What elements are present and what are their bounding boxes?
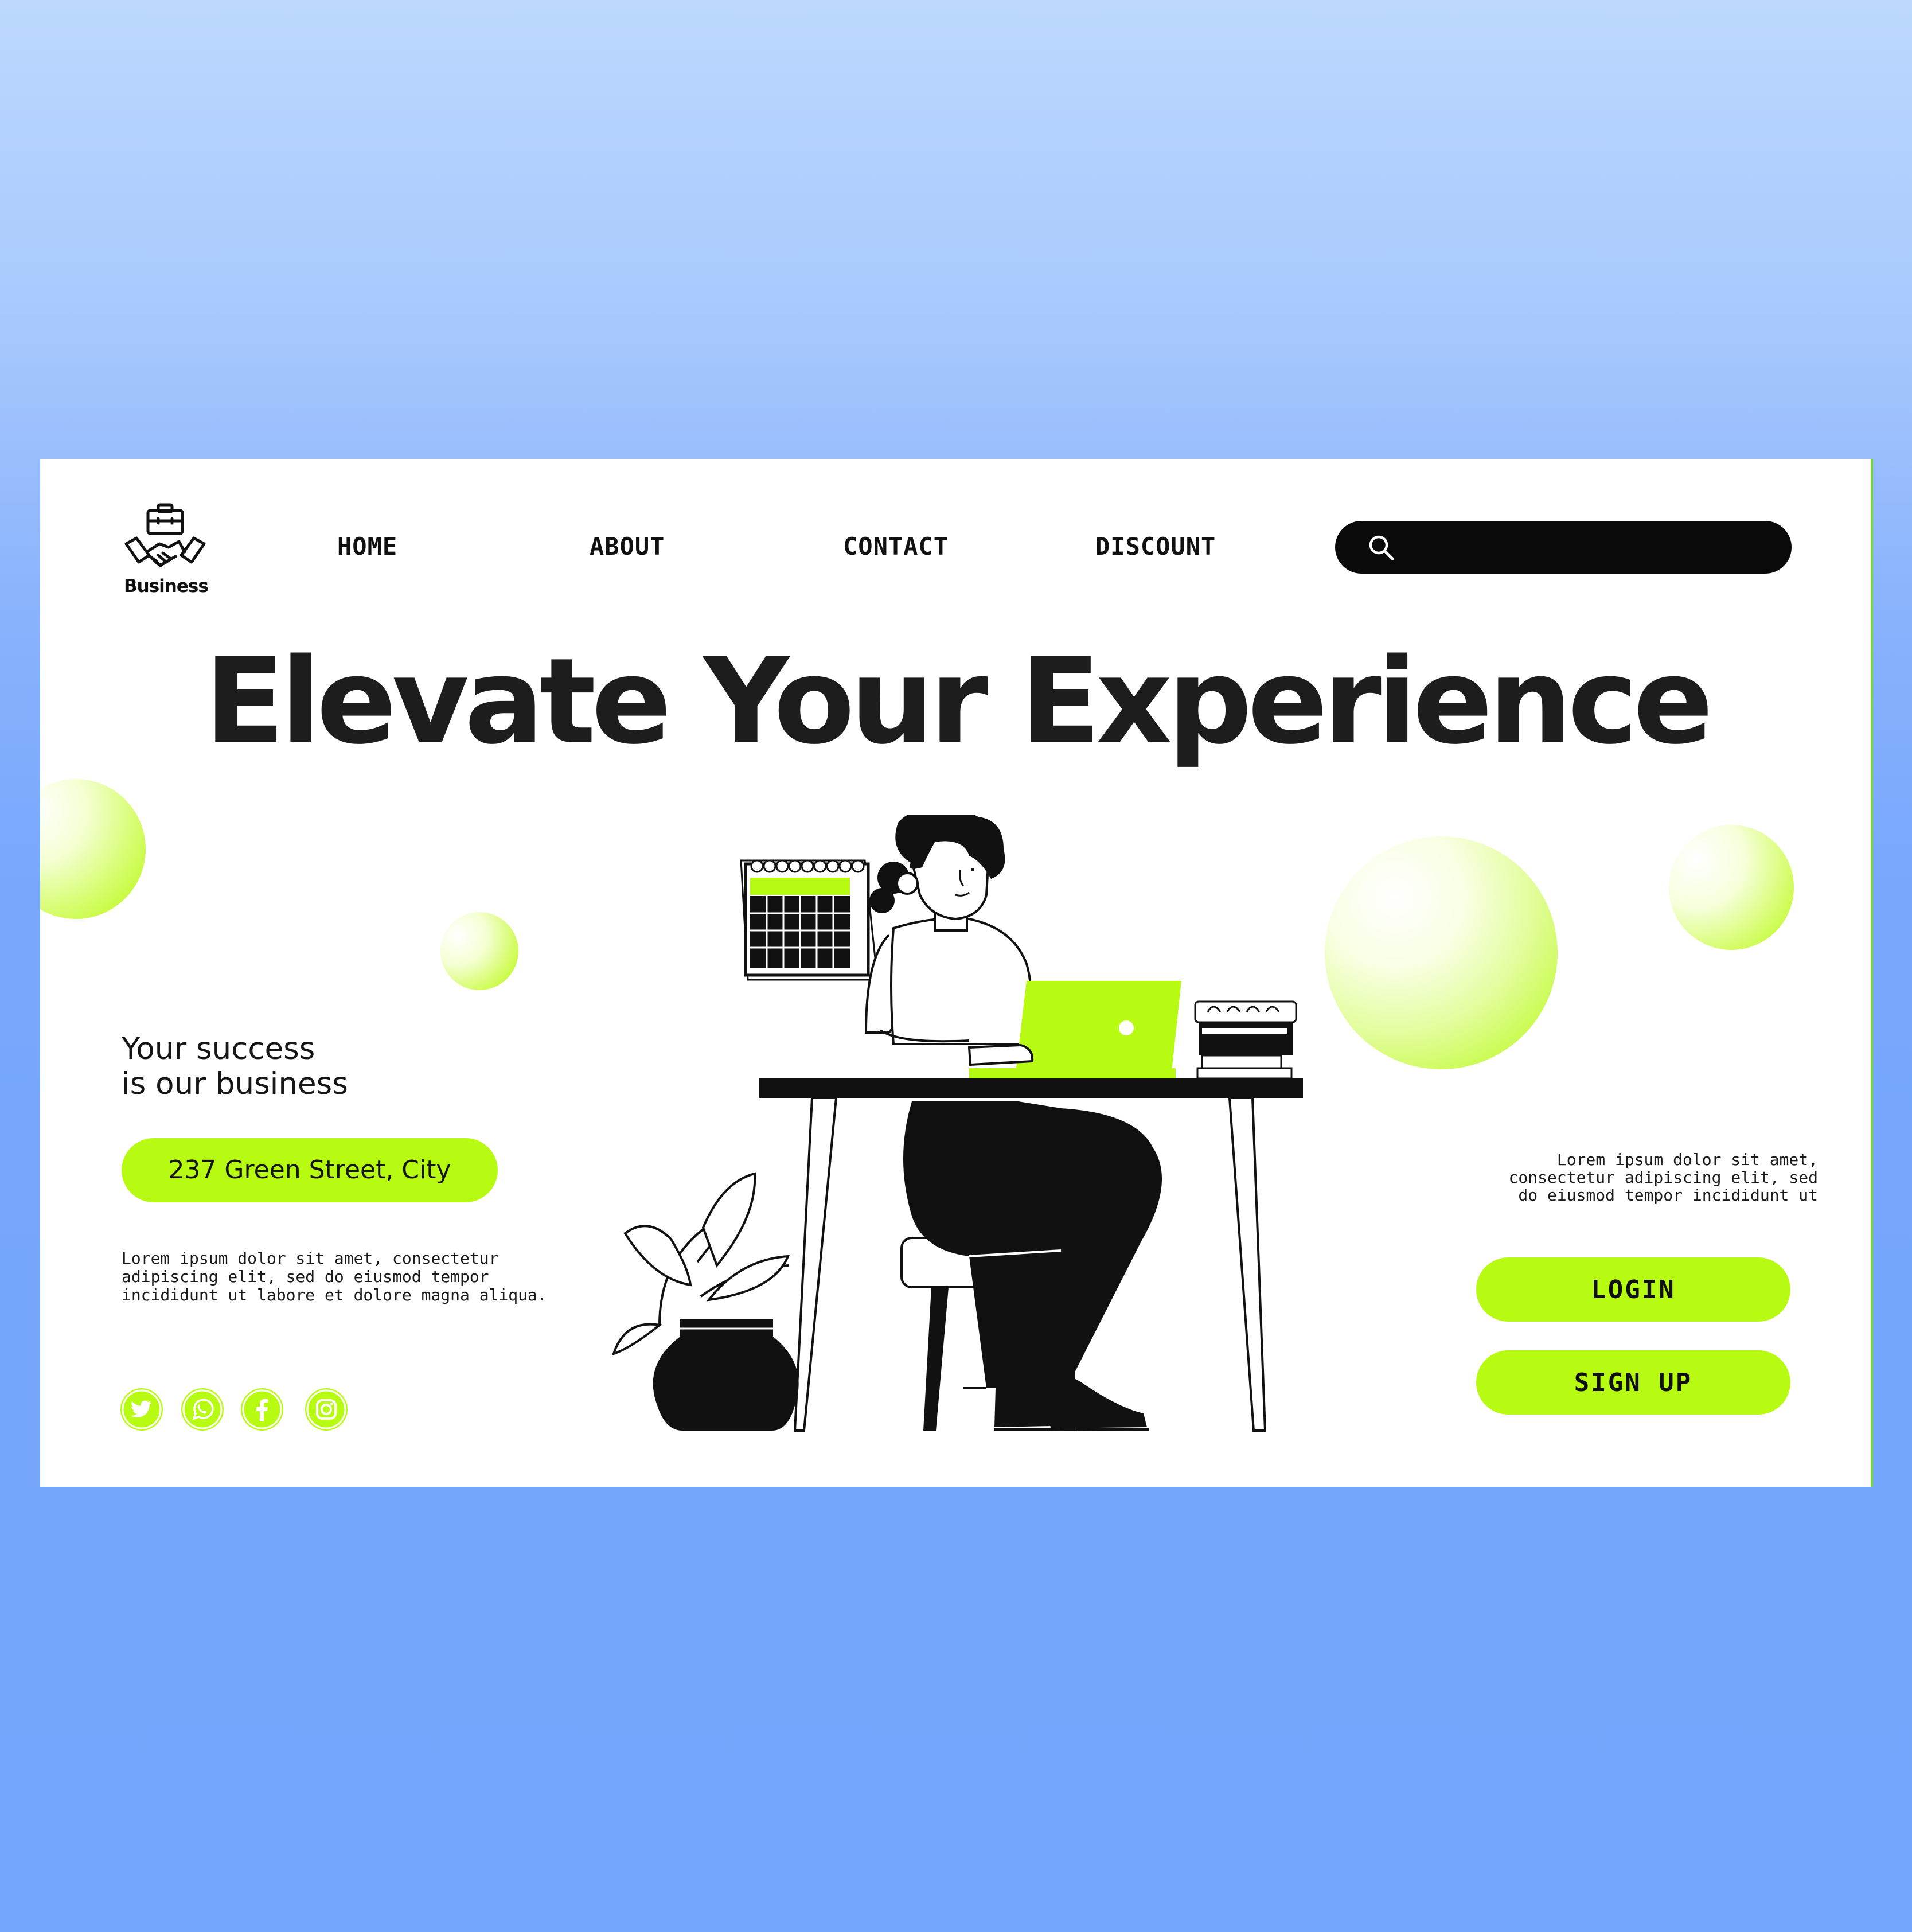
- address-pill: 237 Green Street, City: [122, 1138, 498, 1202]
- decorative-bubble: [40, 779, 146, 919]
- left-body-text: Lorem ipsum dolor sit amet, consectetur …: [122, 1249, 557, 1304]
- landing-page-card: Business HOME ABOUT CONTACT DISCOUNT Ele…: [40, 459, 1873, 1487]
- body-line: Lorem ipsum dolor sit amet, consectetur: [122, 1249, 499, 1268]
- business-logo[interactable]: Business: [124, 499, 209, 600]
- nav-contact[interactable]: CONTACT: [843, 532, 949, 560]
- body-line: adipiscing elit, sed do eiusmod tempor: [122, 1267, 489, 1286]
- handshake-briefcase-icon: [124, 503, 206, 567]
- twitter-link[interactable]: [120, 1388, 163, 1431]
- whatsapp-icon: [182, 1389, 223, 1429]
- body-line: Lorem ipsum dolor sit amet,: [1556, 1150, 1818, 1169]
- body-line: consectetur adipiscing elit, sed: [1508, 1168, 1818, 1187]
- right-body-text: Lorem ipsum dolor sit amet, consectetur …: [1434, 1151, 1818, 1204]
- search-input[interactable]: [1410, 529, 1767, 567]
- instagram-icon: [306, 1389, 346, 1429]
- stacked-books-icon: [1194, 1000, 1297, 1080]
- tagline: Your success is our business: [122, 1031, 466, 1101]
- nav-home[interactable]: HOME: [337, 532, 397, 560]
- search-icon[interactable]: [1367, 533, 1395, 561]
- decorative-bubble: [440, 912, 518, 990]
- twitter-icon: [122, 1389, 162, 1429]
- decorative-bubble: [1325, 836, 1558, 1069]
- tagline-line: is our business: [122, 1066, 348, 1101]
- body-line: incididunt ut labore et dolore magna ali…: [122, 1286, 547, 1304]
- person-figure: [864, 815, 1034, 1045]
- woman-working-at-laptop-desk-illustration: [611, 815, 1303, 1432]
- hero-title: Elevate Your Experience: [204, 633, 1713, 770]
- calendar-icon: [740, 859, 879, 981]
- nav-discount[interactable]: DISCOUNT: [1095, 532, 1216, 560]
- facebook-icon: [242, 1389, 282, 1429]
- logo-label: Business: [124, 576, 209, 597]
- whatsapp-link[interactable]: [181, 1388, 224, 1431]
- instagram-link[interactable]: [305, 1388, 348, 1431]
- facebook-link[interactable]: [241, 1388, 283, 1431]
- decorative-bubble: [1669, 825, 1794, 950]
- tagline-line: Your success: [122, 1031, 315, 1066]
- nav-about[interactable]: ABOUT: [590, 532, 665, 560]
- body-line: do eiusmod tempor incididunt ut: [1518, 1186, 1818, 1205]
- potted-plant-icon: [611, 1172, 799, 1431]
- signup-button[interactable]: SIGN UP: [1476, 1350, 1790, 1415]
- search-bar[interactable]: [1335, 521, 1792, 574]
- login-button[interactable]: LOGIN: [1476, 1257, 1790, 1322]
